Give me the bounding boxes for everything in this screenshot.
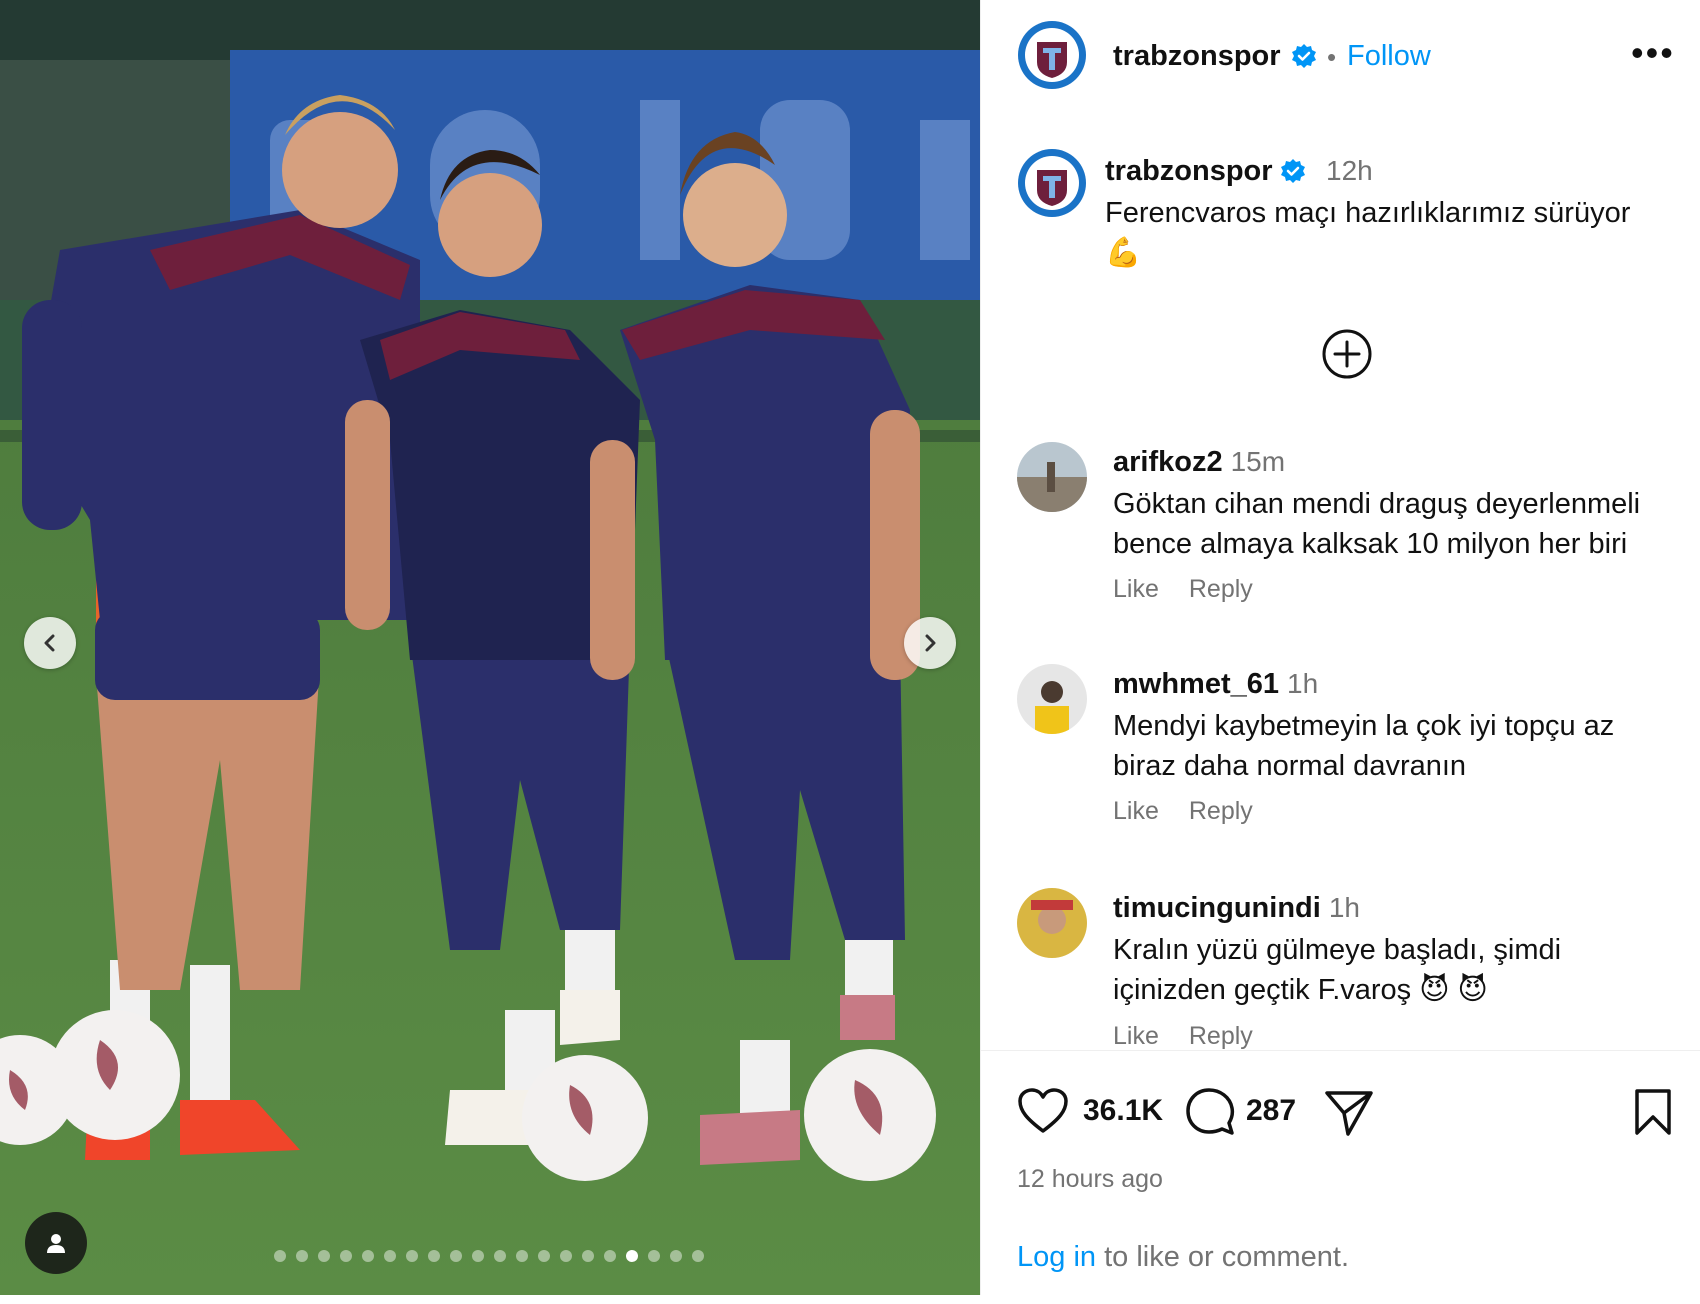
add-circle-icon[interactable]: [1321, 328, 1373, 380]
comment-text: Göktan cihan mendi draguş deyerlenmeli b…: [1113, 488, 1641, 560]
verified-badge-icon: [1292, 44, 1316, 68]
carousel-dot: [582, 1250, 594, 1262]
like-count[interactable]: 36.1K: [1083, 1094, 1163, 1128]
tagged-users-button[interactable]: [25, 1212, 87, 1274]
comment-time: 15m: [1230, 446, 1286, 477]
carousel-dot: [450, 1250, 462, 1262]
comment-username-text[interactable]: mwhmet_61: [1113, 668, 1279, 700]
carousel-dot: [538, 1250, 550, 1262]
comment-item: timucingunindi 1h Kralın yüzü gülmeye baş…: [981, 884, 1700, 1050]
carousel-dot: [406, 1250, 418, 1262]
heart-icon[interactable]: [1017, 1087, 1069, 1135]
carousel-dot: [692, 1250, 704, 1262]
previous-image-button[interactable]: [24, 617, 76, 669]
carousel-dot: [472, 1250, 484, 1262]
post-header: trabzonspor • Follow •••: [981, 0, 1700, 110]
chevron-left-icon: [44, 634, 55, 652]
trabzonspor-logo: [1018, 21, 1086, 89]
comment-icon[interactable]: [1185, 1087, 1235, 1137]
training-photo: [0, 0, 980, 1295]
comment-count: 287: [1246, 1094, 1297, 1127]
comment-actions: Like Reply: [1113, 575, 1283, 604]
comment-text: Kralın yüzü gülmeye başladı, şimdi içini…: [1113, 934, 1562, 1006]
comment-reply-button[interactable]: Reply: [1189, 575, 1253, 603]
commenter-avatar[interactable]: [1017, 442, 1087, 512]
account-avatar[interactable]: [1017, 20, 1087, 90]
avatar-image: [1017, 664, 1087, 734]
comment-username-text[interactable]: arifkoz2: [1113, 446, 1223, 478]
comment-reply-button[interactable]: Reply: [1189, 1022, 1253, 1050]
caption-text: Ferencvaros maçı hazırlıklarımız sürüyor…: [1105, 197, 1631, 269]
carousel-dot: [560, 1250, 572, 1262]
carousel-indicator: [274, 1250, 704, 1262]
bookmark-icon[interactable]: [1633, 1088, 1673, 1136]
carousel-dot: [296, 1250, 308, 1262]
comment-time: 1h: [1287, 668, 1319, 699]
carousel-dot: [274, 1250, 286, 1262]
comment-item: arifkoz2 15m Göktan cihan mendi draguş de…: [981, 438, 1700, 658]
carousel-dot: [604, 1250, 616, 1262]
chevron-right-icon: [925, 634, 936, 652]
comment-time: 1h: [1328, 892, 1360, 923]
next-image-button[interactable]: [904, 617, 956, 669]
caption-avatar[interactable]: [1017, 148, 1087, 218]
carousel-dot: [626, 1250, 638, 1262]
comment-username[interactable]: timucingunindi 1h: [1113, 892, 1360, 925]
post-footer: 36.1K 287 12 hours ago Log in to like or…: [981, 1050, 1700, 1296]
carousel-dot: [494, 1250, 506, 1262]
carousel-dot: [362, 1250, 374, 1262]
comment-like-button[interactable]: Like: [1113, 575, 1159, 603]
comment-reply-button[interactable]: Reply: [1189, 797, 1253, 825]
user-tag-icon: [47, 1234, 65, 1253]
login-link[interactable]: Log in: [1017, 1241, 1096, 1273]
carousel-dot: [516, 1250, 528, 1262]
carousel-dot: [428, 1250, 440, 1262]
comment-username[interactable]: mwhmet_61 1h: [1113, 668, 1318, 701]
carousel-dot: [670, 1250, 682, 1262]
avatar-image: [1017, 888, 1087, 958]
caption-username[interactable]: trabzonspor: [1105, 155, 1273, 188]
header-separator: •: [1327, 42, 1337, 72]
post-side-panel: trabzonspor • Follow ••• trabzonspor 12h…: [980, 0, 1700, 1295]
comment-text: Mendyi kaybetmeyin la çok iyi topçu az b…: [1113, 710, 1615, 782]
comment-item: mwhmet_61 1h Mendyi kaybetmeyin la çok iy…: [981, 660, 1700, 880]
comment-username-text[interactable]: timucingunindi: [1113, 892, 1321, 924]
carousel-dot: [340, 1250, 352, 1262]
follow-button[interactable]: Follow: [1347, 40, 1431, 73]
caption-time: 12h: [1326, 155, 1373, 186]
verified-badge-icon: [1281, 159, 1305, 183]
comment-like-button[interactable]: Like: [1113, 1022, 1159, 1050]
comments-list[interactable]: arifkoz2 15m Göktan cihan mendi draguş de…: [981, 438, 1700, 1050]
commenter-avatar[interactable]: [1017, 888, 1087, 958]
post-timestamp[interactable]: 12 hours ago: [1017, 1165, 1163, 1194]
post-image[interactable]: [0, 0, 980, 1295]
comment-username[interactable]: arifkoz2 15m: [1113, 446, 1285, 479]
carousel-dot: [318, 1250, 330, 1262]
comment-like-button[interactable]: Like: [1113, 797, 1159, 825]
more-options-button[interactable]: •••: [1631, 32, 1675, 74]
account-username[interactable]: trabzonspor: [1113, 40, 1281, 73]
share-icon[interactable]: [1324, 1089, 1374, 1137]
commenter-avatar[interactable]: [1017, 664, 1087, 734]
login-prompt-text: to like or comment.: [1096, 1241, 1350, 1273]
carousel-dot: [648, 1250, 660, 1262]
comment-actions: Like Reply: [1113, 1022, 1283, 1050]
login-prompt: Log in to like or comment.: [1017, 1241, 1349, 1274]
carousel-dot: [384, 1250, 396, 1262]
avatar-image: [1017, 442, 1087, 512]
trabzonspor-logo: [1018, 149, 1086, 217]
comment-actions: Like Reply: [1113, 797, 1283, 826]
